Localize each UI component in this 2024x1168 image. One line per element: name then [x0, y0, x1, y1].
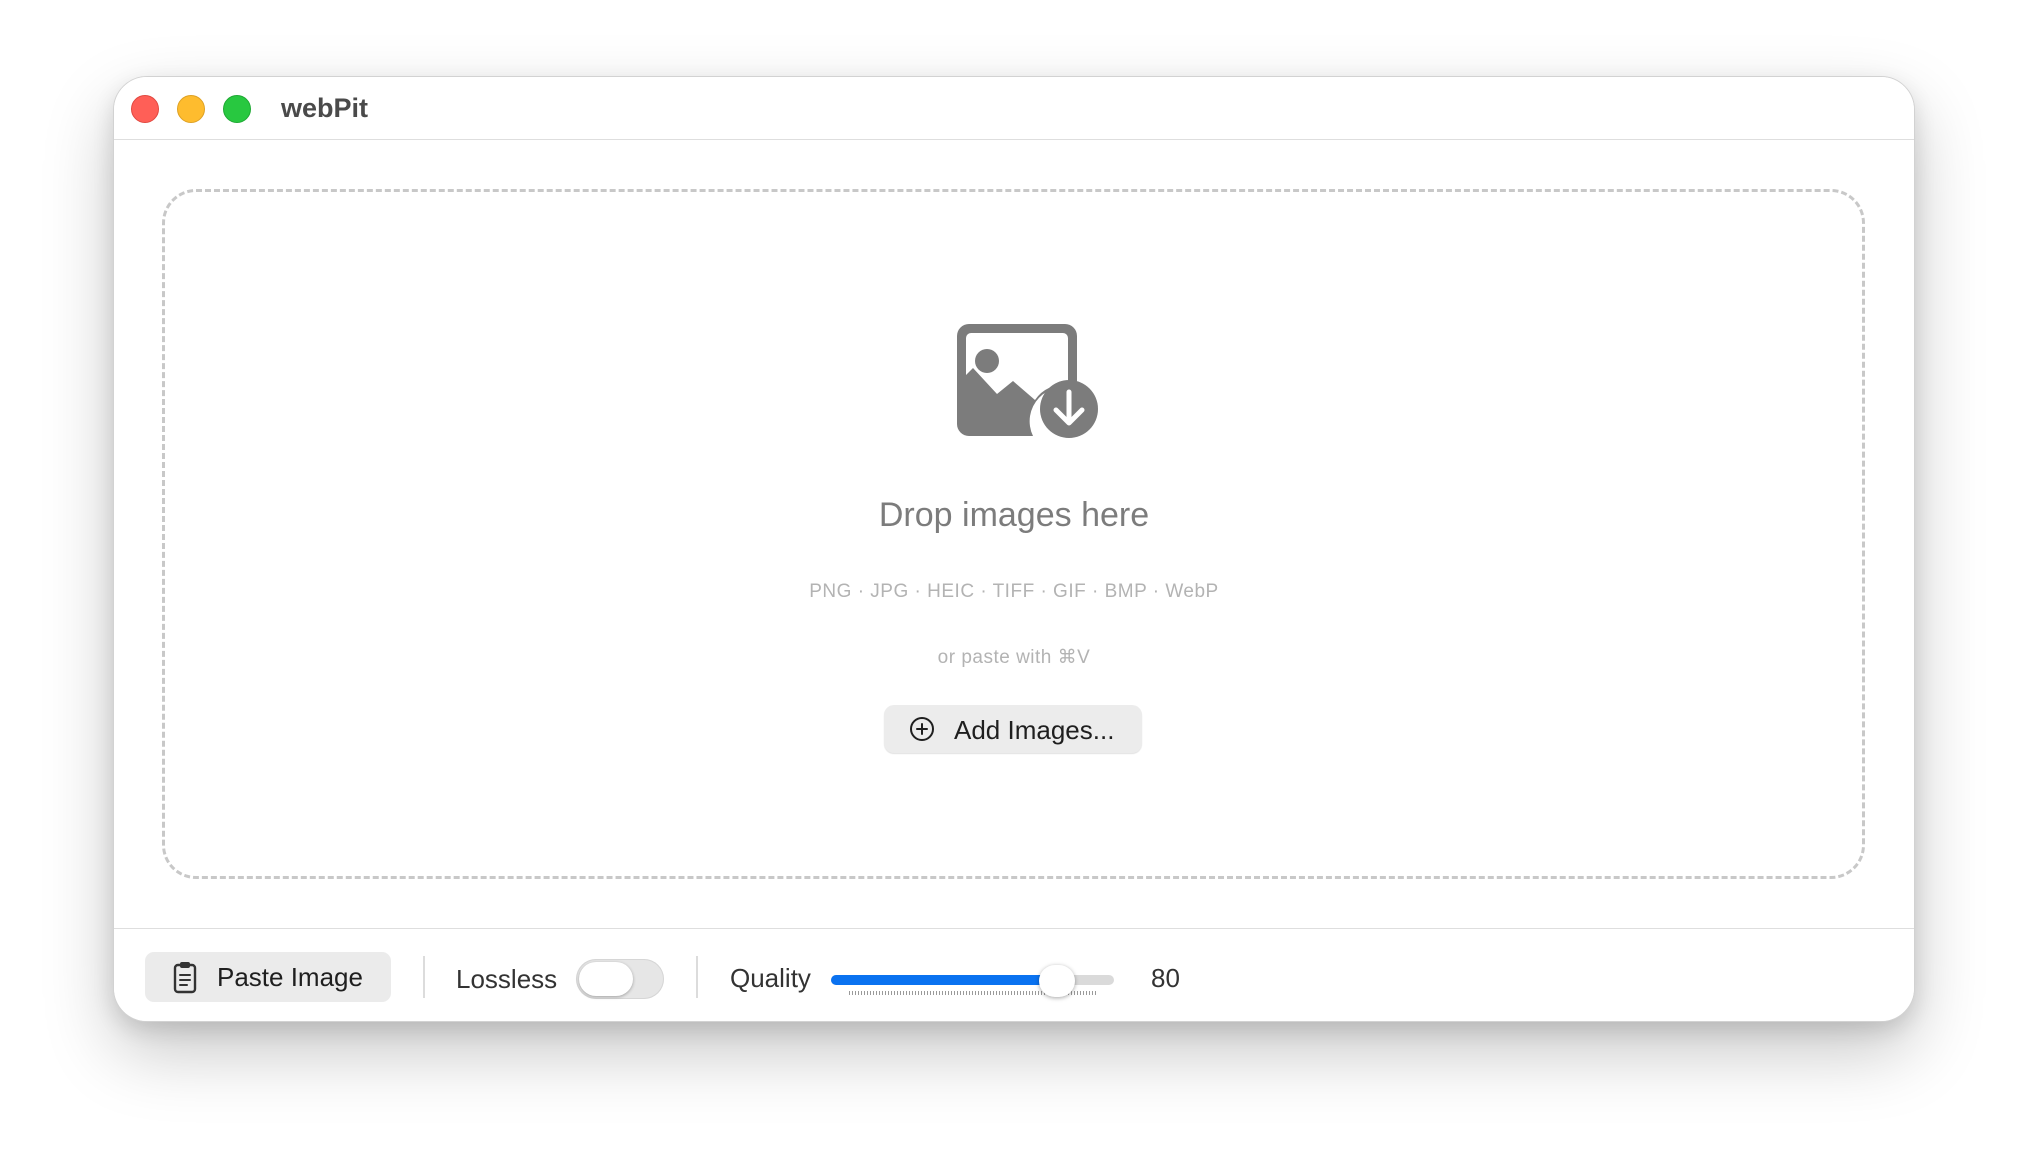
- toolbar-divider: [423, 956, 425, 998]
- drop-title: Drop images here: [878, 496, 1150, 534]
- toolbar-divider: [696, 956, 698, 998]
- close-button[interactable]: [131, 95, 159, 123]
- supported-formats: PNG · JPG · HEIC · TIFF · GIF · BMP · We…: [809, 581, 1219, 602]
- photo-badge-arrow-down-icon: [957, 324, 1098, 438]
- add-images-label: Add Images...: [954, 715, 1115, 745]
- slider-fill: [831, 975, 1057, 985]
- quality-slider[interactable]: [831, 959, 1114, 999]
- paste-hint: or paste with ⌘V: [937, 647, 1091, 668]
- maximize-button[interactable]: [223, 95, 251, 123]
- lossless-label: Lossless: [456, 964, 558, 994]
- window-title: webPit: [281, 93, 369, 123]
- quality-value: 80: [1151, 963, 1180, 993]
- title-bar: webPit: [114, 77, 1914, 140]
- app-window: webPit Drop images here PNG · JPG · HEIC…: [113, 76, 1915, 1022]
- clipboard-icon: [173, 962, 197, 994]
- bottom-toolbar: Paste Image Lossless Quality 80: [114, 928, 1914, 1021]
- toggle-knob: [579, 962, 633, 996]
- quality-label: Quality: [730, 963, 811, 993]
- minimize-button[interactable]: [177, 95, 205, 123]
- lossless-toggle[interactable]: [576, 959, 664, 999]
- add-images-button[interactable]: Add Images...: [884, 705, 1142, 753]
- paste-image-label: Paste Image: [217, 962, 363, 992]
- plus-circle-icon: [910, 717, 934, 741]
- paste-image-button[interactable]: Paste Image: [145, 952, 391, 1002]
- slider-thumb[interactable]: [1039, 965, 1075, 997]
